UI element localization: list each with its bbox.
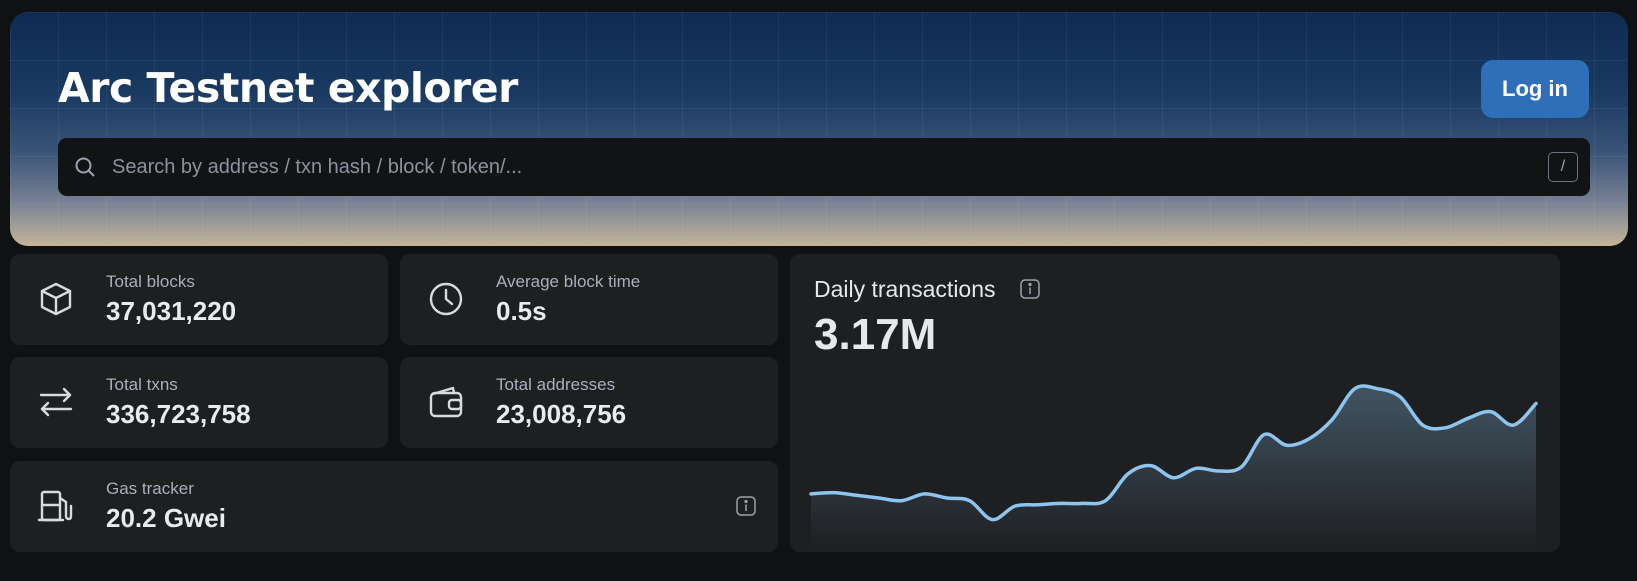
- hero-banner: Arc Testnet explorer Log in /: [10, 12, 1628, 246]
- stat-value: 23,008,756: [496, 399, 627, 429]
- chart-point[interactable]: [1485, 406, 1497, 418]
- chart-point[interactable]: [1054, 497, 1066, 509]
- search-input[interactable]: [110, 146, 1548, 188]
- gas-pump-icon: [36, 486, 76, 526]
- chart-point[interactable]: [1009, 500, 1021, 512]
- chart-point[interactable]: [1349, 383, 1361, 395]
- search-icon: [72, 154, 98, 180]
- chart-point[interactable]: [1258, 429, 1270, 441]
- chart-point[interactable]: [964, 495, 976, 507]
- cube-icon: [36, 279, 76, 319]
- stat-label: Total blocks: [106, 272, 195, 291]
- login-button[interactable]: Log in: [1481, 60, 1589, 118]
- chart-point[interactable]: [1326, 414, 1338, 426]
- chart-point[interactable]: [1190, 462, 1202, 474]
- stat-label: Gas tracker: [106, 479, 194, 498]
- chart-point[interactable]: [1032, 499, 1044, 511]
- search-bar[interactable]: /: [58, 138, 1590, 196]
- daily-transactions-chart: [805, 383, 1542, 550]
- chart-point[interactable]: [941, 492, 953, 504]
- stat-card-total-txns: Total txns 336,723,758: [10, 357, 388, 448]
- chart-area-fill: [811, 386, 1536, 550]
- stat-value: 336,723,758: [106, 399, 251, 429]
- chart-point[interactable]: [873, 492, 885, 504]
- stat-card-average-block-time: Average block time 0.5s: [400, 254, 778, 345]
- chart-point[interactable]: [1168, 472, 1180, 484]
- chart-point[interactable]: [986, 514, 998, 526]
- page-title: Arc Testnet explorer: [58, 64, 518, 112]
- chart-point[interactable]: [850, 489, 862, 501]
- chart-point[interactable]: [918, 488, 930, 500]
- stat-card-total-addresses: Total addresses 23,008,756: [400, 357, 778, 448]
- chart-point[interactable]: [828, 487, 840, 499]
- search-shortcut-key: /: [1548, 152, 1578, 182]
- stat-card-gas-tracker: Gas tracker 20.2 Gwei: [10, 461, 778, 552]
- hero-grid-pattern: [10, 12, 1628, 246]
- stat-label: Total txns: [106, 375, 178, 394]
- stat-value: 20.2 Gwei: [106, 503, 226, 533]
- stat-card-total-blocks: Total blocks 37,031,220: [10, 254, 388, 345]
- chart-point[interactable]: [1462, 412, 1474, 424]
- stat-value: 0.5s: [496, 296, 547, 326]
- info-icon[interactable]: [736, 496, 756, 516]
- chart-point[interactable]: [805, 488, 817, 500]
- chart-point[interactable]: [1507, 419, 1519, 431]
- chart-point[interactable]: [1281, 439, 1293, 451]
- chart-point[interactable]: [1145, 460, 1157, 472]
- chart-point[interactable]: [1303, 433, 1315, 445]
- chart-point[interactable]: [1236, 461, 1248, 473]
- chart-point[interactable]: [1100, 495, 1112, 507]
- chart-point[interactable]: [1077, 497, 1089, 509]
- daily-transactions-card: Daily transactions 3.17M: [790, 254, 1560, 552]
- chart-point[interactable]: [1371, 383, 1383, 395]
- chart-point[interactable]: [1439, 422, 1451, 434]
- wallet-icon: [426, 382, 466, 422]
- chart-point[interactable]: [1394, 391, 1406, 403]
- stat-value: 37,031,220: [106, 296, 237, 326]
- arrows-exchange-icon: [36, 382, 76, 422]
- chart-point[interactable]: [1417, 419, 1429, 431]
- stat-label: Average block time: [496, 272, 641, 291]
- chart-point[interactable]: [1122, 468, 1134, 480]
- clock-icon: [426, 279, 466, 319]
- chart-point[interactable]: [1213, 465, 1225, 477]
- chart-point[interactable]: [896, 495, 908, 507]
- chart-point[interactable]: [1530, 398, 1542, 410]
- stat-label: Total addresses: [496, 375, 616, 394]
